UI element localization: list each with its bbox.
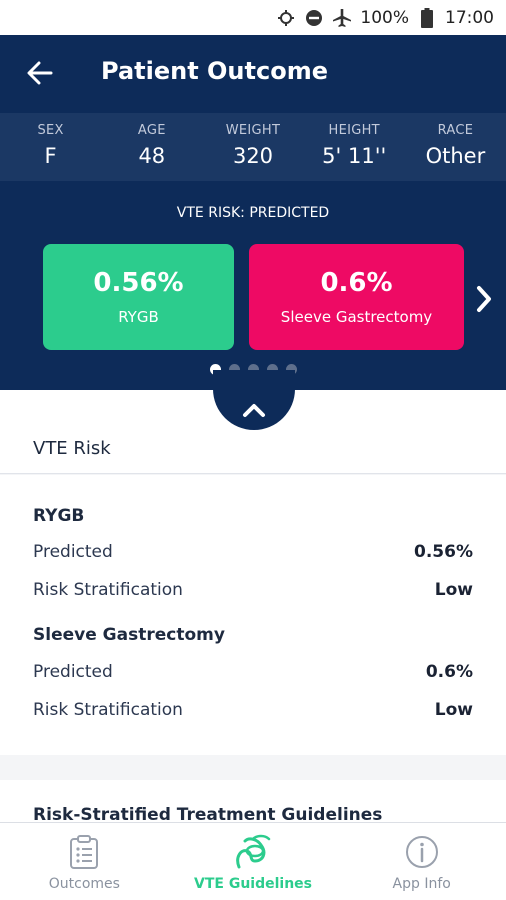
demo-label: SEX	[37, 123, 64, 138]
risk-caption: VTE RISK: PREDICTED	[176, 205, 330, 221]
vte-guidelines-icon	[233, 832, 273, 872]
demo-height: HEIGHT 5' 11''	[304, 113, 405, 181]
demo-label: WEIGHT	[225, 123, 281, 138]
tab-outcomes[interactable]: Outcomes	[0, 823, 169, 900]
detail-value: Low	[434, 700, 473, 720]
arrow-left-icon	[27, 61, 53, 85]
battery-icon	[417, 7, 437, 28]
detail-value: 0.56%	[414, 542, 473, 562]
risk-card-value: 0.6%	[320, 268, 393, 298]
risk-card-rygb[interactable]: 0.56% RYGB	[43, 244, 234, 350]
battery-percent: 100%	[360, 7, 409, 28]
detail-row: Predicted 0.56%	[33, 542, 473, 562]
section-title: VTE Risk	[33, 438, 111, 459]
vte-risk-carousel: VTE RISK: PREDICTED 0.56% RYGB 0.6% Slee…	[0, 181, 506, 390]
vte-risk-details: RYGB Predicted 0.56% Risk Stratification…	[0, 475, 506, 755]
section-title: Risk-Stratified Treatment Guidelines	[33, 805, 383, 822]
demo-value: Other	[425, 144, 486, 168]
risk-card-sleeve-gastrectomy[interactable]: 0.6% Sleeve Gastrectomy	[249, 244, 464, 350]
treatment-guidelines-section: Risk-Stratified Treatment Guidelines	[0, 780, 506, 822]
detail-value: 0.6%	[425, 662, 473, 682]
demo-label: HEIGHT	[328, 123, 380, 138]
demo-label: AGE	[137, 123, 166, 138]
back-button[interactable]	[22, 55, 58, 91]
group-title-rygb: RYGB	[33, 506, 85, 526]
group-title-sleeve-gastrectomy: Sleeve Gastrectomy	[33, 625, 225, 645]
detail-label: Predicted	[33, 542, 113, 562]
demo-age: AGE 48	[101, 113, 202, 181]
demo-value: F	[44, 144, 57, 168]
app-header: Patient Outcome	[0, 35, 506, 113]
status-bar: 100% 17:00	[0, 0, 506, 35]
carousel-next-button[interactable]	[470, 281, 498, 317]
demo-weight: WEIGHT 320	[202, 113, 303, 181]
chevron-right-icon	[477, 286, 491, 312]
tab-label: App Info	[392, 875, 451, 892]
risk-card-label: RYGB	[118, 308, 159, 326]
airplane-icon	[332, 8, 352, 28]
detail-value: Low	[434, 580, 473, 600]
detail-label: Risk Stratification	[33, 700, 183, 720]
chevron-up-icon	[243, 404, 265, 417]
detail-row: Risk Stratification Low	[33, 580, 473, 600]
tab-label: Outcomes	[48, 875, 120, 892]
detail-row: Risk Stratification Low	[33, 700, 473, 720]
tab-app-info[interactable]: App Info	[337, 823, 506, 900]
demo-sex: SEX F	[0, 113, 101, 181]
clipboard-icon	[64, 832, 104, 872]
location-icon	[276, 8, 296, 28]
demo-value: 48	[138, 144, 166, 168]
patient-demographics: SEX F AGE 48 WEIGHT 320 HEIGHT 5' 11'' R…	[0, 113, 506, 181]
risk-card-label: Sleeve Gastrectomy	[280, 308, 433, 326]
do-not-disturb-icon	[304, 8, 324, 28]
detail-label: Predicted	[33, 662, 113, 682]
demo-label: RACE	[437, 123, 474, 138]
demo-value: 320	[232, 144, 274, 168]
info-icon	[402, 832, 442, 872]
risk-card-value: 0.56%	[93, 268, 184, 298]
detail-row: Predicted 0.6%	[33, 662, 473, 682]
page-title: Patient Outcome	[101, 57, 328, 85]
tab-vte-guidelines[interactable]: VTE Guidelines	[169, 823, 338, 900]
bottom-tab-bar: Outcomes VTE Guidelines App Info	[0, 822, 506, 900]
clock: 17:00	[445, 7, 494, 28]
demo-race: RACE Other	[405, 113, 506, 181]
detail-label: Risk Stratification	[33, 580, 183, 600]
demo-value: 5' 11''	[322, 144, 387, 168]
tab-label: VTE Guidelines	[194, 875, 312, 892]
